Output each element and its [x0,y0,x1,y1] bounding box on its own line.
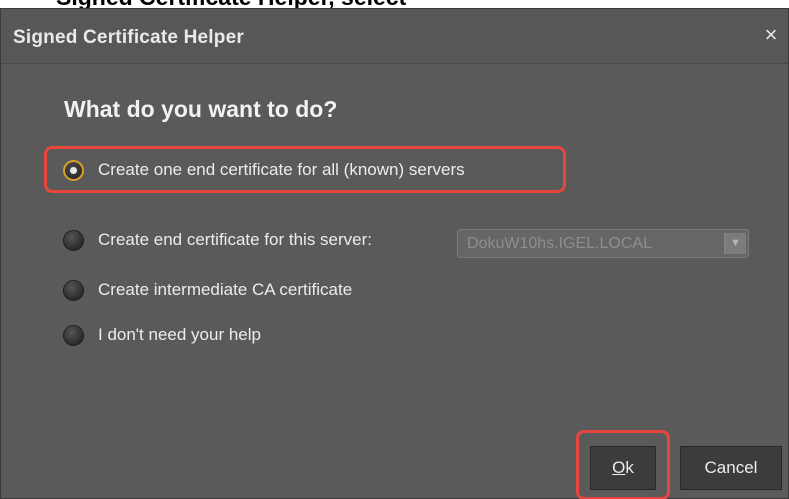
ok-mnemonic: O [612,458,626,477]
radio-icon[interactable] [63,325,84,346]
page-heading-fragment: Signed Certificate Helper, select [0,0,789,8]
question-heading: What do you want to do? [64,96,338,122]
cancel-button[interactable]: Cancel [680,446,782,490]
option-label: I don't need your help [98,325,261,344]
dialog-titlebar: Signed Certificate Helper × [1,9,788,64]
dialog-title: Signed Certificate Helper [13,27,244,48]
option-label: Create intermediate CA certificate [98,280,353,299]
ok-button[interactable]: Ok [590,446,656,490]
option-label: Create one end certificate for all (know… [98,160,465,179]
ok-label-rest: k [625,458,634,477]
signed-certificate-helper-dialog: Signed Certificate Helper × What do you … [0,8,789,499]
radio-icon[interactable] [63,230,84,251]
radio-icon[interactable] [63,280,84,301]
server-select-value: DokuW10hs.IGEL.LOCAL [467,235,652,252]
server-select: DokuW10hs.IGEL.LOCAL ▼ [457,229,749,258]
option-label: Create end certificate for this server: [98,230,373,249]
close-icon[interactable]: × [760,23,782,47]
chevron-down-icon: ▼ [724,233,746,254]
radio-selected-icon[interactable] [63,160,84,181]
